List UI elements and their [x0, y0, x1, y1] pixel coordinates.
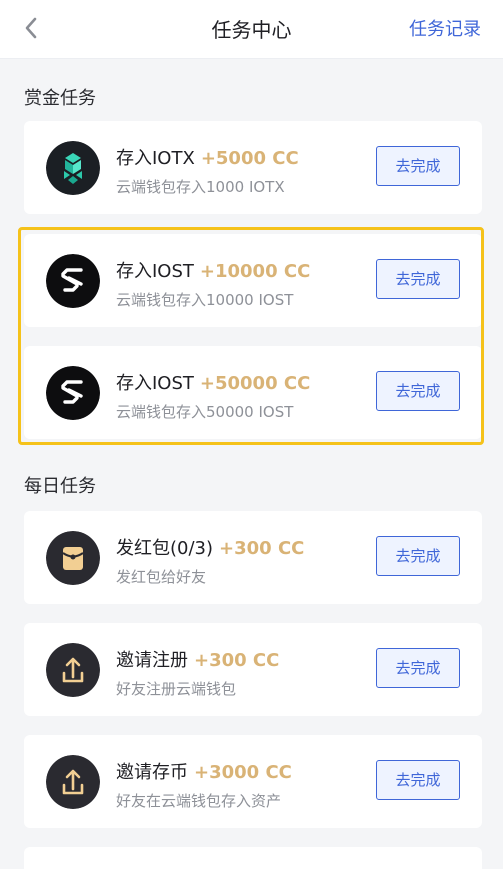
task-title: 邀请注册 +300 CC — [116, 646, 279, 672]
go-complete-button[interactable]: 去完成 — [376, 760, 460, 800]
task-description: 云端钱包存入10000 IOST — [116, 291, 294, 309]
task-record-link[interactable]: 任务记录 — [409, 15, 481, 41]
go-complete-button[interactable]: 去完成 — [376, 648, 460, 688]
task-name: 发红包(0/3) — [116, 538, 214, 559]
iost-logo-icon — [46, 366, 100, 420]
task-reward: +3000 CC — [194, 762, 292, 783]
share-upload-icon — [46, 643, 100, 697]
share-upload-icon — [46, 755, 100, 809]
task-card-invite-register: 邀请注册 +300 CC 好友注册云端钱包 去完成 — [24, 623, 482, 716]
iost-logo-icon — [46, 254, 100, 308]
task-card-invite-deposit: 邀请存币 +3000 CC 好友在云端钱包存入资产 去完成 — [24, 735, 482, 828]
task-name: 邀请注册 — [116, 650, 188, 671]
go-complete-button[interactable]: 去完成 — [376, 371, 460, 411]
task-description: 发红包给好友 — [116, 568, 207, 586]
section-title-bounty: 赏金任务 — [24, 88, 96, 109]
iotx-logo-icon — [46, 141, 100, 195]
task-description: 好友注册云端钱包 — [116, 680, 237, 698]
task-reward: +300 CC — [194, 650, 280, 671]
go-complete-button[interactable]: 去完成 — [376, 536, 460, 576]
task-title: 存入IOTX +5000 CC — [116, 144, 299, 170]
section-title-daily: 每日任务 — [24, 476, 96, 497]
task-description: 云端钱包存入1000 IOTX — [116, 178, 285, 196]
task-name: 邀请存币 — [116, 762, 188, 783]
task-title: 存入IOST +50000 CC — [116, 369, 310, 395]
task-reward: +300 CC — [219, 538, 305, 559]
task-name: 存入IOST — [116, 261, 194, 282]
task-title: 邀请存币 +3000 CC — [116, 758, 292, 784]
top-nav-bar: 任务中心 任务记录 — [0, 0, 503, 59]
red-envelope-icon — [46, 531, 100, 585]
task-reward: +50000 CC — [199, 373, 311, 394]
task-description: 云端钱包存入50000 IOST — [116, 403, 294, 421]
task-reward: +5000 CC — [200, 148, 299, 169]
go-complete-button[interactable]: 去完成 — [376, 259, 460, 299]
task-name: 存入IOST — [116, 373, 194, 394]
task-title: 存入IOST +10000 CC — [116, 257, 310, 283]
task-title: 发红包(0/3) +300 CC — [116, 534, 304, 560]
task-card-deposit-iost-50000: 存入IOST +50000 CC 云端钱包存入50000 IOST 去完成 — [24, 346, 482, 439]
task-card-partial — [24, 847, 482, 869]
task-card-deposit-iost-10000: 存入IOST +10000 CC 云端钱包存入10000 IOST 去完成 — [24, 234, 482, 327]
task-name: 存入IOTX — [116, 148, 195, 169]
task-reward: +10000 CC — [199, 261, 311, 282]
task-card-deposit-iotx: 存入IOTX +5000 CC 云端钱包存入1000 IOTX 去完成 — [24, 121, 482, 214]
task-description: 好友在云端钱包存入资产 — [116, 792, 282, 810]
go-complete-button[interactable]: 去完成 — [376, 146, 460, 186]
task-card-red-envelope: 发红包(0/3) +300 CC 发红包给好友 去完成 — [24, 511, 482, 604]
